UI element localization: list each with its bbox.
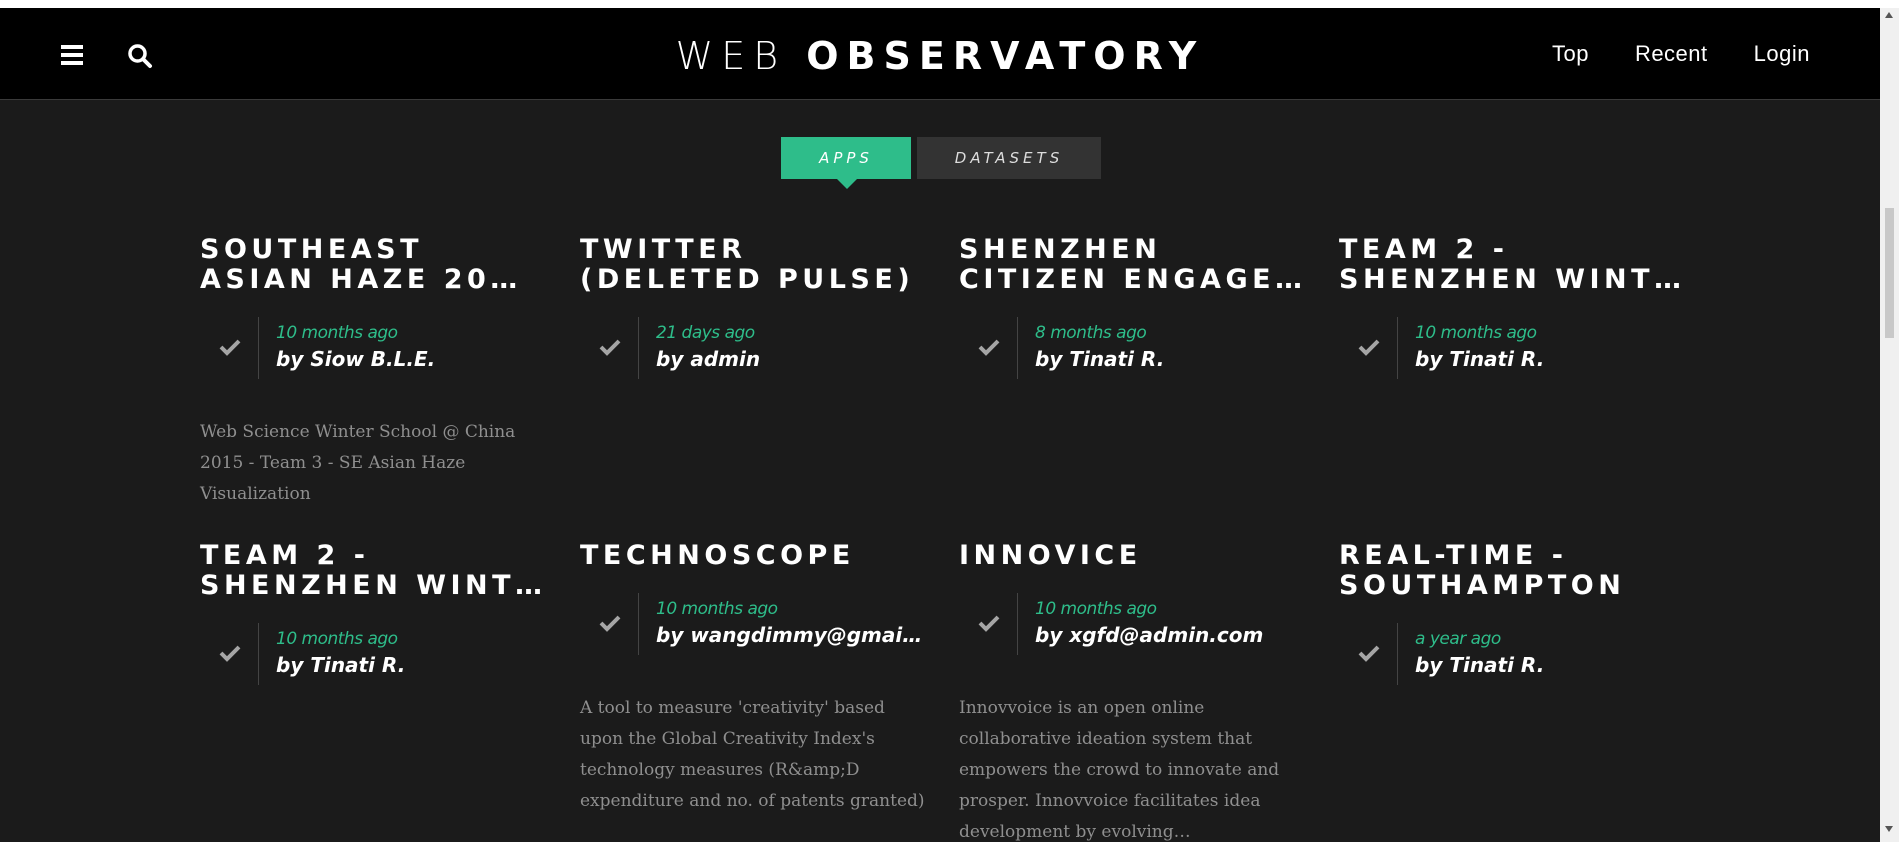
app-timestamp: 10 months ago [1415, 323, 1537, 343]
check-icon [599, 339, 621, 356]
app-author[interactable]: by Siow B.L.E. [276, 347, 546, 371]
app-card: TWITTER (DELETED PULSE) 21 days ago by a… [580, 235, 930, 417]
meta-divider [638, 317, 639, 379]
app-meta: 10 months ago by wangdimmy@gmai… [580, 593, 930, 655]
check-icon [978, 615, 1000, 632]
app-timestamp: 10 months ago [276, 629, 398, 649]
app-author[interactable]: by Tinati R. [1415, 347, 1685, 371]
app-meta: 10 months ago by Tinati R. [200, 623, 550, 685]
scroll-down-icon[interactable] [1885, 826, 1893, 832]
app-title[interactable]: TEAM 2 - SHENZHEN WINT… [1339, 235, 1689, 295]
app-description: Innovvoice is an open online collaborati… [959, 698, 1280, 842]
app-title[interactable]: INNOVICE [959, 541, 1309, 571]
app-meta: 10 months ago by Tinati R. [1339, 317, 1689, 379]
top-navigation-bar: WEB OBSERVATORY Top Recent Login [0, 8, 1880, 100]
app-timestamp: 10 months ago [1035, 599, 1157, 619]
app-meta: 8 months ago by Tinati R. [959, 317, 1309, 379]
app-meta: a year ago by Tinati R. [1339, 623, 1689, 685]
brand-part-1: WEB [675, 34, 787, 78]
check-icon [1358, 645, 1380, 662]
app-timestamp: 10 months ago [276, 323, 398, 343]
app-card: TEAM 2 - SHENZHEN WINT… 10 months ago by… [200, 541, 550, 723]
app-title[interactable]: REAL-TIME - SOUTHAMPTON [1339, 541, 1689, 601]
page-scrollbar[interactable] [1880, 8, 1899, 842]
app-author[interactable]: by Tinati R. [1415, 653, 1685, 677]
app-title[interactable]: TEAM 2 - SHENZHEN WINT… [200, 541, 550, 601]
meta-divider [1397, 623, 1398, 685]
brand-part-2: OBSERVATORY [806, 34, 1205, 78]
app-timestamp: 8 months ago [1035, 323, 1147, 343]
app-timestamp: 10 months ago [656, 599, 778, 619]
check-icon [219, 339, 241, 356]
meta-divider [638, 593, 639, 655]
meta-divider [1017, 593, 1018, 655]
app-author[interactable]: by Tinati R. [1035, 347, 1305, 371]
app-title[interactable]: TECHNOSCOPE [580, 541, 930, 571]
page: WEB OBSERVATORY Top Recent Login APPS DA… [0, 8, 1880, 842]
meta-divider [1397, 317, 1398, 379]
nav-login-link[interactable]: Login [1754, 41, 1810, 67]
app-title[interactable]: TWITTER (DELETED PULSE) [580, 235, 930, 295]
app-card: INNOVICE 10 months ago by xgfd@admin.com… [959, 541, 1309, 843]
app-card: SHENZHEN CITIZEN ENGAGE… 8 months ago by… [959, 235, 1309, 417]
check-icon [599, 615, 621, 632]
tab-apps[interactable]: APPS [781, 137, 911, 189]
app-meta: 10 months ago by Siow B.L.E. [200, 317, 550, 379]
check-icon [978, 339, 1000, 356]
tab-datasets[interactable]: DATASETS [917, 137, 1101, 179]
meta-divider [1017, 317, 1018, 379]
check-icon [1358, 339, 1380, 356]
app-timestamp: a year ago [1415, 629, 1501, 649]
app-author[interactable]: by Tinati R. [276, 653, 546, 677]
app-card: TEAM 2 - SHENZHEN WINT… 10 months ago by… [1339, 235, 1689, 417]
meta-divider [258, 623, 259, 685]
app-title[interactable]: SHENZHEN CITIZEN ENGAGE… [959, 235, 1309, 295]
app-timestamp: 21 days ago [656, 323, 755, 343]
scroll-up-icon[interactable] [1885, 12, 1893, 18]
nav-top-link[interactable]: Top [1552, 41, 1589, 67]
app-author[interactable]: by admin [656, 347, 926, 371]
top-nav: Top Recent Login [1552, 41, 1810, 67]
app-description: A tool to measure 'creativity' based upo… [580, 698, 925, 811]
app-card: TECHNOSCOPE 10 months ago by wangdimmy@g… [580, 541, 930, 817]
app-card: REAL-TIME - SOUTHAMPTON a year ago by Ti… [1339, 541, 1689, 723]
app-card: SOUTHEAST ASIAN HAZE 20… 10 months ago b… [200, 235, 550, 510]
check-icon [219, 645, 241, 662]
app-meta: 10 months ago by xgfd@admin.com [959, 593, 1309, 655]
app-title[interactable]: SOUTHEAST ASIAN HAZE 20… [200, 235, 550, 295]
app-meta: 21 days ago by admin [580, 317, 930, 379]
app-author[interactable]: by xgfd@admin.com [1035, 623, 1305, 647]
app-author[interactable]: by wangdimmy@gmai… [656, 623, 926, 647]
app-description: Web Science Winter School @ China 2015 -… [200, 422, 516, 504]
content-tabs: APPS DATASETS [781, 137, 1101, 189]
nav-recent-link[interactable]: Recent [1635, 41, 1708, 67]
scroll-thumb[interactable] [1885, 208, 1894, 338]
meta-divider [258, 317, 259, 379]
